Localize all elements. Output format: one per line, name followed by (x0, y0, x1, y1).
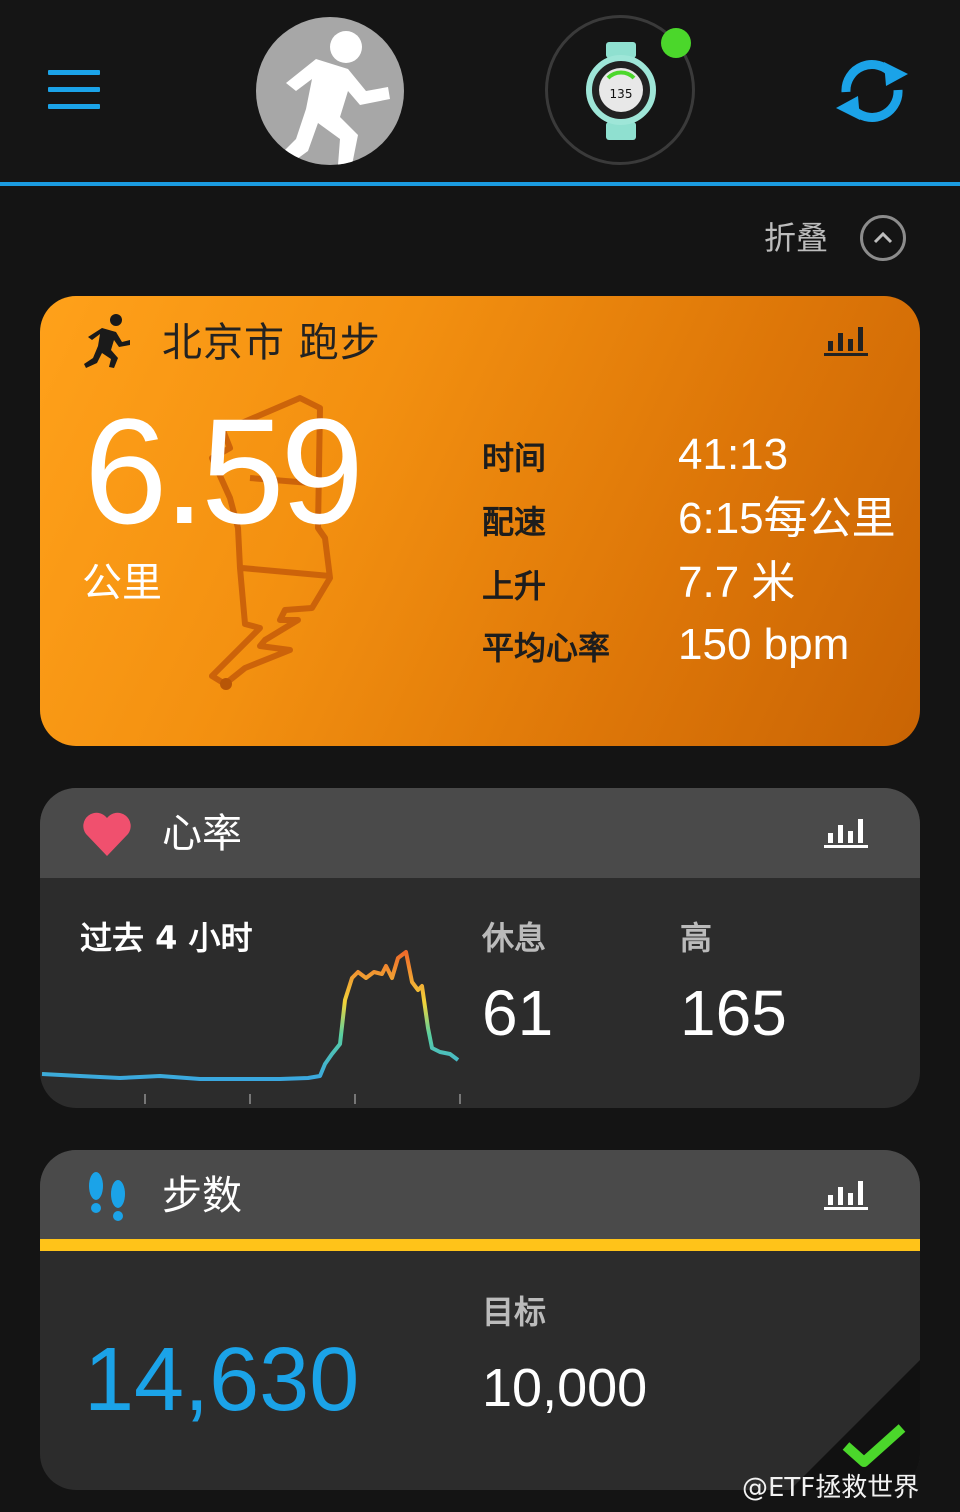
stat-label-elevation: 上升 (482, 567, 547, 605)
stat-label-avg-hr: 平均心率 (482, 629, 611, 667)
stat-value-pace: 6:15每公里 (678, 494, 896, 543)
stat-value-time: 41:13 (678, 430, 789, 479)
header-divider (0, 182, 960, 186)
steps-progress-bar (40, 1239, 920, 1251)
watermark: @ETF拯救世界 (742, 1473, 920, 1503)
resting-hr-value: 61 (482, 977, 554, 1049)
heart-rate-chart (41, 950, 461, 1104)
high-hr-label: 高 (680, 919, 713, 957)
bar-chart-icon[interactable] (824, 324, 868, 356)
heart-rate-header: 心率 (40, 788, 920, 878)
resting-hr-label: 休息 (482, 919, 547, 957)
activity-avatar-icon[interactable] (256, 17, 404, 165)
bar-chart-icon[interactable] (824, 816, 868, 848)
stat-label-pace: 配速 (482, 503, 547, 541)
stat-label-time: 时间 (482, 439, 547, 477)
stat-value-elevation: 7.7 米 (678, 558, 796, 607)
sync-icon[interactable] (832, 56, 912, 126)
distance-unit: 公里 (82, 560, 162, 606)
steps-goal-value: 10,000 (482, 1358, 648, 1418)
heart-rate-title: 心率 (162, 811, 242, 857)
heart-rate-card[interactable]: 心率 过去 4 小时 休息 61 高 165 (40, 788, 920, 1108)
stat-value-avg-hr: 150 bpm (678, 620, 850, 669)
top-bar: 135 (0, 0, 960, 186)
steps-header: 步数 (40, 1150, 920, 1240)
running-icon (80, 312, 132, 368)
device-status-dot (661, 28, 691, 58)
activity-card[interactable]: 北京市 跑步 6.59 公里 时间 41:13 配速 6:15每公里 上升 7.… (40, 296, 920, 746)
collapse-label[interactable]: 折叠 (764, 216, 828, 260)
distance-value: 6.59 (84, 387, 364, 555)
high-hr-value: 165 (680, 977, 787, 1049)
checkmark-icon (842, 1424, 906, 1467)
steps-title: 步数 (162, 1173, 242, 1219)
steps-goal-label: 目标 (482, 1293, 547, 1331)
activity-title: 北京市 跑步 (162, 320, 381, 366)
steps-card[interactable]: 步数 14,630 目标 10,000 (40, 1150, 920, 1490)
heart-icon (83, 812, 131, 856)
footprints-icon (89, 1172, 125, 1221)
steps-value: 14,630 (84, 1330, 360, 1430)
chevron-up-icon[interactable] (860, 215, 906, 261)
bar-chart-icon[interactable] (824, 1178, 868, 1210)
hamburger-menu-icon[interactable] (48, 70, 102, 110)
watch-face-value: 135 (610, 87, 633, 101)
